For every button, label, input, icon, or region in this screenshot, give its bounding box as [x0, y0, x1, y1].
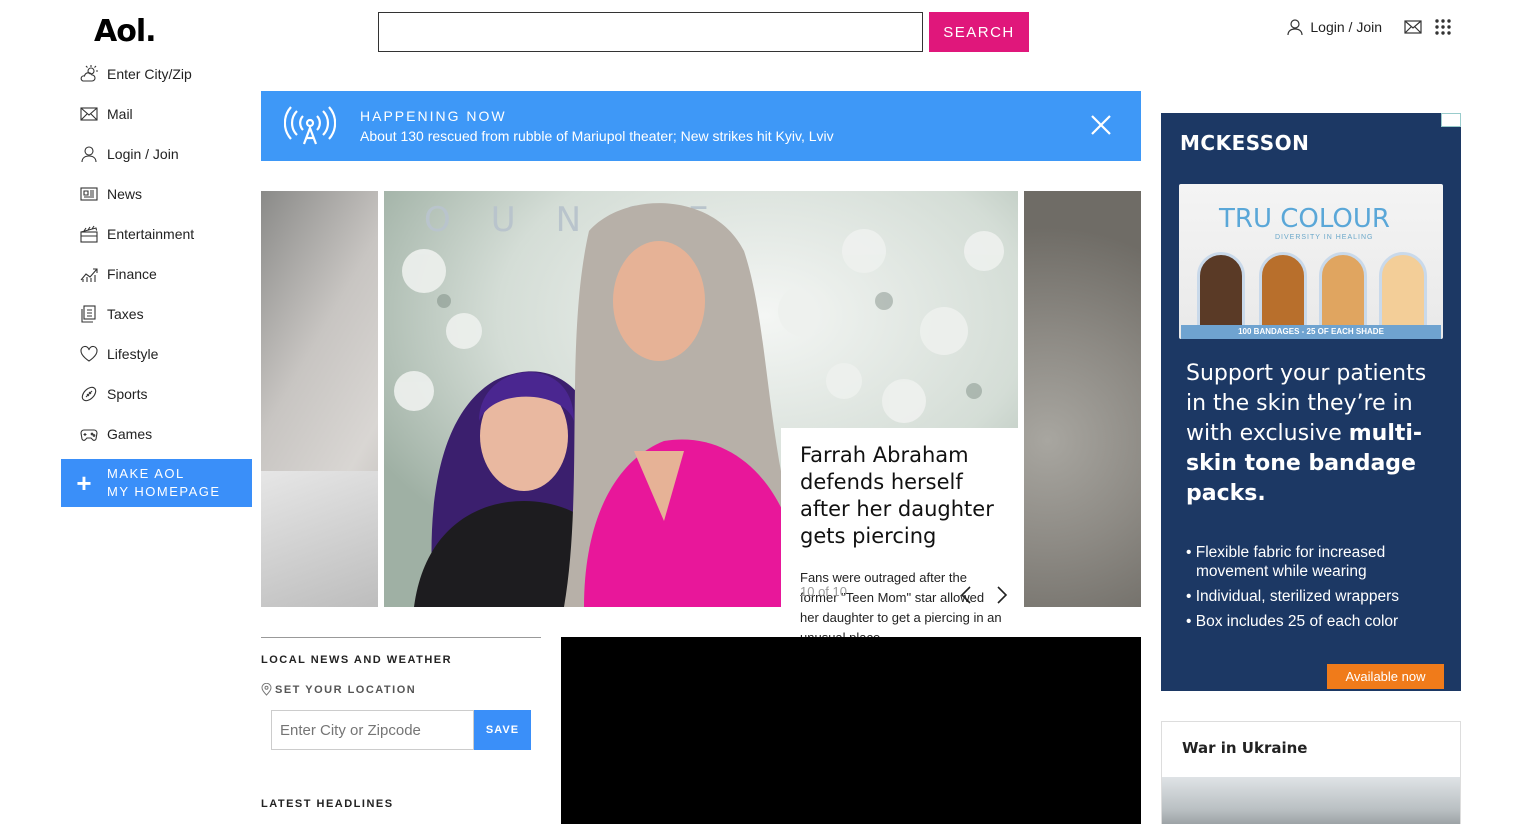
local-news-module: LOCAL NEWS AND WEATHER SET YOUR LOCATION…	[261, 637, 541, 810]
ad-product-image: TRU COLOUR DIVERSITY IN HEALING 100 BAND…	[1179, 184, 1443, 339]
header-login-link[interactable]: Login / Join	[1286, 18, 1382, 36]
ad-bullets: • Flexible fabric for increased movement…	[1186, 543, 1448, 637]
sidebar-item-label: Games	[107, 426, 153, 442]
make-homepage-label: MAKE AOL MY HOMEPAGE	[107, 466, 221, 499]
bandage-swatch	[1197, 252, 1245, 332]
sidebar-item-sports[interactable]: Sports	[80, 374, 252, 414]
adchoices-icon[interactable]	[1441, 113, 1461, 127]
ad-cta-button[interactable]: Available now	[1327, 664, 1444, 689]
sidebar-item-weather[interactable]: Enter City/Zip	[80, 62, 252, 86]
user-icon	[1287, 19, 1303, 36]
zip-input[interactable]	[271, 710, 474, 750]
search-bar: SEARCH	[378, 12, 1029, 52]
ad-bullet: • Box includes 25 of each color	[1186, 613, 1399, 630]
search-input[interactable]	[378, 12, 923, 52]
sidebar-item-label: Sports	[107, 386, 148, 402]
war-in-ukraine-module[interactable]: War in Ukraine	[1161, 721, 1461, 824]
sidebar-item-label: Mail	[107, 106, 133, 122]
banner-text: HAPPENING NOW About 130 rescued from rub…	[360, 108, 834, 144]
search-button[interactable]: SEARCH	[929, 12, 1029, 52]
story-title[interactable]: Farrah Abraham defends herself after her…	[800, 442, 1003, 550]
document-icon	[81, 305, 96, 323]
sidebar-item-label: Enter City/Zip	[107, 66, 192, 82]
zip-form: SAVE	[271, 710, 541, 750]
aol-logo[interactable]: Aol.	[94, 14, 157, 49]
sidebar-item-finance[interactable]: Finance	[80, 254, 252, 294]
ad-brand: MCKESSON	[1180, 131, 1310, 155]
user-icon	[81, 146, 97, 163]
latest-headlines-heading: LATEST HEADLINES	[261, 798, 394, 810]
plus-icon: +	[76, 467, 92, 498]
sidebar-item-entertainment[interactable]: Entertainment	[80, 214, 252, 254]
sidebar-item-label: Finance	[107, 266, 157, 282]
clapper-icon	[80, 225, 98, 243]
sidebar-item-taxes[interactable]: Taxes	[80, 294, 252, 334]
module-title[interactable]: War in Ukraine	[1182, 739, 1460, 757]
chart-icon	[80, 268, 98, 282]
sidebar-item-games[interactable]: Games	[80, 414, 252, 454]
save-button[interactable]: SAVE	[474, 710, 531, 750]
sidebar-item-label: Lifestyle	[107, 346, 159, 362]
ad-product-sub: DIVERSITY IN HEALING	[1275, 234, 1374, 241]
mail-icon[interactable]	[1404, 20, 1422, 34]
weather-icon	[80, 65, 98, 82]
banner-kicker: HAPPENING NOW	[360, 108, 507, 124]
sidebar-item-label: News	[107, 186, 143, 202]
sidebar-item-login[interactable]: Login / Join	[80, 134, 252, 174]
story-description: Fans were outraged after the former "Tee…	[800, 570, 1002, 645]
chevron-right-icon[interactable]	[994, 585, 1010, 605]
header-actions: Login / Join	[1286, 18, 1452, 36]
mail-icon	[80, 107, 98, 121]
sidebar-item-news[interactable]: News	[80, 174, 252, 214]
bandage-swatch	[1379, 252, 1427, 332]
ad-copy: Support your patients in the skin they’r…	[1186, 361, 1427, 506]
broadcast-icon	[284, 106, 336, 145]
football-icon	[81, 386, 97, 402]
sidebar-item-mail[interactable]: Mail	[80, 94, 252, 134]
location-pin-icon	[261, 683, 272, 696]
bandage-swatch	[1259, 252, 1307, 332]
sidebar-item-lifestyle[interactable]: Lifestyle	[80, 334, 252, 374]
close-icon[interactable]	[1089, 113, 1113, 137]
advertisement[interactable]: MCKESSON TRU COLOUR DIVERSITY IN HEALING…	[1161, 113, 1461, 691]
sidebar-item-label: Taxes	[107, 306, 144, 322]
sidebar-item-label: Entertainment	[107, 226, 195, 242]
banner-headline[interactable]: About 130 rescued from rubble of Mariupo…	[360, 128, 834, 144]
ad-bullet: • Individual, sterilized wrappers	[1186, 588, 1400, 605]
ad-bullet: • Flexible fabric for increased movement…	[1186, 544, 1386, 580]
ad-product-name: TRU COLOUR	[1219, 204, 1390, 234]
carousel-previous-slide[interactable]	[261, 191, 378, 607]
laptop-image	[261, 471, 378, 607]
ad-product-strip: 100 BANDAGES - 25 OF EACH SHADE	[1181, 325, 1441, 339]
breaking-news-banner[interactable]: HAPPENING NOW About 130 rescued from rub…	[261, 91, 1141, 161]
set-location-label: SET YOUR LOCATION	[261, 683, 541, 696]
gamepad-icon	[80, 429, 98, 441]
bandage-swatch	[1319, 252, 1367, 332]
chevron-left-icon[interactable]	[958, 585, 974, 605]
make-homepage-button[interactable]: + MAKE AOL MY HOMEPAGE	[61, 459, 252, 507]
header-login-label: Login / Join	[1310, 19, 1382, 35]
war-image[interactable]	[1162, 777, 1460, 824]
heart-icon	[80, 345, 98, 362]
sidebar-item-label: Login / Join	[107, 146, 179, 162]
carousel-next-slide[interactable]	[1024, 191, 1141, 607]
local-news-heading: LOCAL NEWS AND WEATHER	[261, 654, 453, 666]
slide-counter: 10 of 10	[800, 584, 847, 599]
news-icon	[80, 187, 98, 201]
video-player[interactable]	[561, 637, 1141, 824]
sidebar-nav: Enter City/Zip Mail Login / Join News En…	[80, 62, 252, 454]
apps-grid-icon[interactable]	[1434, 18, 1452, 36]
